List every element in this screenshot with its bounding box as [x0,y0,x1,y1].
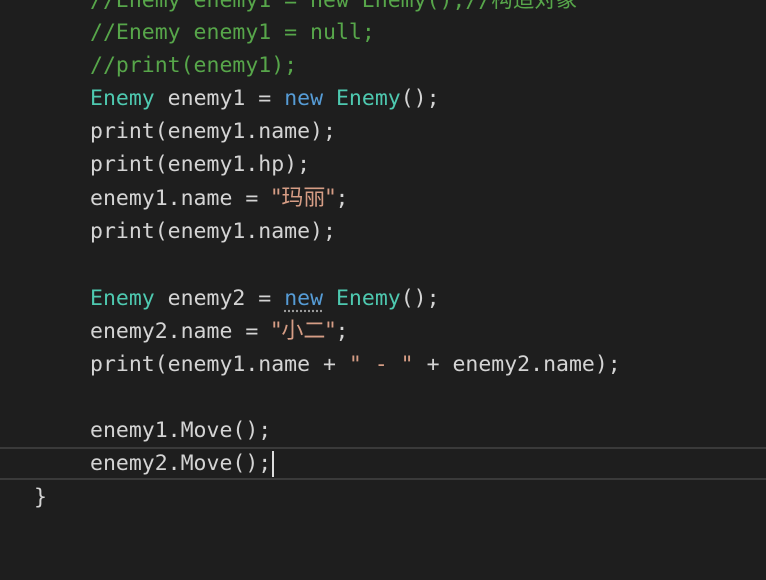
code-line-move-enemy1[interactable]: enemy1.Move(); [0,414,766,447]
comment-text: //Enemy enemy1 = new Enemy();//构造对象 [90,0,578,13]
code-text: enemy1.Move(); [90,418,272,443]
plain-token: (); [400,86,440,111]
code-line-print-hp[interactable]: print(enemy1.hp); [0,148,766,181]
text-caret [272,451,275,477]
comment-text: //Enemy enemy1 = null; [90,20,375,45]
plain-token: (); [400,286,440,311]
code-text: Enemy enemy2 = new Enemy(); [90,282,440,315]
code-line-assign-name1[interactable]: enemy1.name = "玛丽"; [0,182,766,215]
code-line-blank[interactable] [0,381,766,414]
keyword-token: new [284,86,324,111]
code-line-declare-enemy1[interactable]: Enemy enemy1 = new Enemy(); [0,82,766,115]
code-line-print-name-2[interactable]: print(enemy1.name); [0,215,766,248]
code-text: print(enemy1.name); [90,119,336,144]
code-text: enemy1.name = "玛丽"; [90,182,348,215]
code-line-print-name[interactable]: print(enemy1.name); [0,115,766,148]
type-token: Enemy [90,86,155,111]
plain-token: print(enemy1.name + [90,352,349,377]
type-token: Enemy [335,86,401,111]
string-token: "玛丽" [271,186,336,211]
code-line-comment-construct[interactable]: //Enemy enemy1 = new Enemy();//构造对象 [0,0,766,17]
code-editor[interactable]: //Enemy enemy1 = new Enemy();//构造对象 //En… [0,0,766,564]
plain-token: + enemy2.name); [413,352,621,377]
code-token: enemy2.Move(); [90,451,272,476]
comment-text: //print(enemy1); [90,53,298,78]
plain-token: enemy1 = [154,86,285,111]
code-text: enemy2.Move(); [90,447,275,480]
plain-token: enemy2.name = [90,319,272,344]
code-line-print-concat[interactable]: print(enemy1.name + " - " + enemy2.name)… [0,348,766,381]
code-line-closing-brace[interactable]: } [0,481,766,514]
string-token: " - " [348,352,414,377]
code-text: print(enemy1.hp); [90,152,311,177]
code-line-move-enemy2[interactable]: enemy2.Move(); [0,447,766,480]
code-line-comment-print[interactable]: //print(enemy1); [0,49,766,82]
plain-token: ; [335,319,349,344]
code-line-assign-name2[interactable]: enemy2.name = "小二"; [0,315,766,348]
string-token: "小二" [271,319,336,344]
code-line-comment-null[interactable]: //Enemy enemy1 = null; [0,16,766,49]
code-text: enemy2.name = "小二"; [90,315,348,348]
code-text: print(enemy1.name + " - " + enemy2.name)… [90,348,621,381]
plain-token: enemy2 = [154,286,285,311]
plain-token: ; [335,186,349,211]
code-text: print(enemy1.name); [90,219,336,244]
type-token: Enemy [335,286,401,311]
code-text: Enemy enemy1 = new Enemy(); [90,82,440,115]
code-text: } [34,485,47,510]
code-line-blank[interactable] [0,248,766,281]
code-line-declare-enemy2[interactable]: Enemy enemy2 = new Enemy(); [0,282,766,315]
plain-token: enemy1.name = [90,186,272,211]
type-token: Enemy [90,286,155,311]
keyword-token: new [284,286,324,311]
